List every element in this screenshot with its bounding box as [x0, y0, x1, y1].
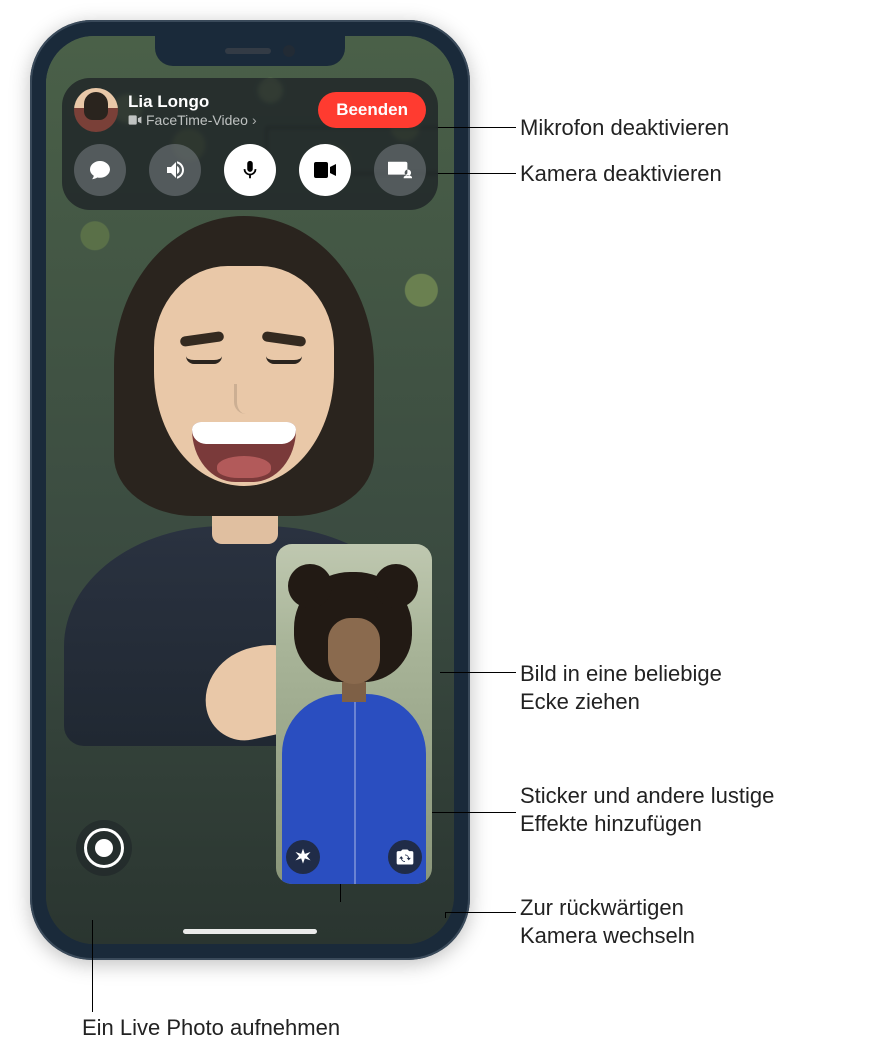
callout-effects: Sticker und andere lustige Effekte hinzu… — [520, 782, 774, 838]
speaker-icon — [163, 158, 187, 182]
callout-mute-mic: Mikrofon deaktivieren — [520, 114, 729, 142]
lead-line — [440, 672, 516, 673]
effects-button[interactable] — [286, 840, 320, 874]
callout-drag-pip: Bild in eine beliebige Ecke ziehen — [520, 660, 722, 716]
self-video — [276, 544, 432, 884]
phone-frame: Lia Longo FaceTime-Video › Beenden — [30, 20, 470, 960]
messages-icon — [88, 158, 112, 182]
live-photo-button[interactable] — [76, 820, 132, 876]
caller-info: Lia Longo FaceTime-Video › — [128, 92, 308, 128]
callout-mute-cam: Kamera deaktivieren — [520, 160, 722, 188]
speaker-button[interactable] — [149, 144, 201, 196]
callout-flip: Zur rückwärtigen Kamera wechseln — [520, 894, 695, 950]
microphone-icon — [239, 159, 261, 181]
call-controls-panel: Lia Longo FaceTime-Video › Beenden — [62, 78, 438, 210]
flip-camera-button[interactable] — [388, 840, 422, 874]
self-view-pip[interactable] — [276, 544, 432, 884]
caller-name: Lia Longo — [128, 92, 308, 112]
caller-subtitle: FaceTime-Video › — [128, 112, 308, 128]
callout-live-photo: Ein Live Photo aufnehmen — [82, 1014, 340, 1042]
lead-line — [445, 912, 516, 913]
effects-icon — [293, 847, 313, 867]
caller-subtitle-text: FaceTime-Video — [146, 112, 248, 128]
end-call-button[interactable]: Beenden — [318, 92, 426, 128]
mute-mic-button[interactable] — [224, 144, 276, 196]
share-screen-icon — [388, 159, 412, 181]
notch — [155, 36, 345, 66]
mute-camera-button[interactable] — [299, 144, 351, 196]
chevron-right-icon: › — [252, 112, 257, 128]
share-screen-button[interactable] — [374, 144, 426, 196]
video-icon — [128, 115, 142, 125]
call-header[interactable]: Lia Longo FaceTime-Video › Beenden — [74, 88, 426, 132]
camera-icon — [313, 161, 337, 179]
caller-avatar — [74, 88, 118, 132]
messages-button[interactable] — [74, 144, 126, 196]
flip-camera-icon — [395, 847, 415, 867]
lead-line — [445, 912, 446, 918]
home-indicator[interactable] — [183, 929, 317, 934]
live-photo-icon — [84, 828, 124, 868]
screen: Lia Longo FaceTime-Video › Beenden — [46, 36, 454, 944]
lead-line — [92, 920, 93, 1012]
